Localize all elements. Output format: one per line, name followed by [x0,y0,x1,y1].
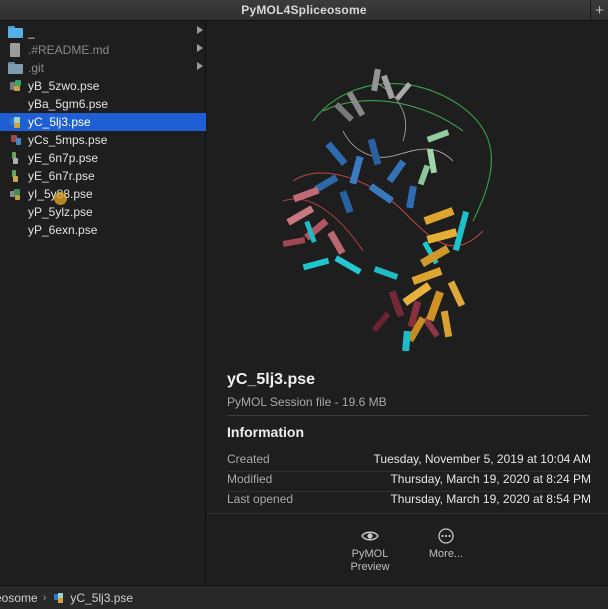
list-item-yE-6n7r[interactable]: yE_6n7r.pse [0,167,206,185]
molecule-structure-preview [282,68,492,351]
info-value: Thursday, March 19, 2020 at 8:54 PM [390,492,591,506]
action-label: Preview [350,561,390,573]
info-row-last-opened: Last opened Thursday, March 19, 2020 at … [227,492,591,508]
list-item-readme[interactable]: .#README.md [0,41,206,59]
action-label: PyMOL [351,548,389,560]
info-value: Tuesday, November 5, 2019 at 10:04 AM [373,452,591,466]
molecule-thumbnail-icon [53,592,65,604]
info-row-created: Created Tuesday, November 5, 2019 at 10:… [227,452,591,468]
molecule-thumbnail-icon [8,205,23,219]
folder-icon [8,61,23,75]
molecule-thumbnail-icon [8,169,23,183]
pymol-preview-button[interactable]: PyMOL Preview [335,514,405,574]
molecule-thumbnail-icon [8,133,23,147]
list-item-label: yP_6exn.pse [28,223,98,237]
molecule-thumbnail-icon [8,97,23,111]
list-item-label: yC_5lj3.pse [28,115,91,129]
quick-actions-bar: PyMOL Preview More... [207,513,608,584]
path-segment-parent[interactable]: eosome [0,591,38,605]
divider [227,415,589,416]
window-title: PyMOL4Spliceosome [241,3,367,17]
preview-file-kind-size: PyMOL Session file - 19.6 MB [227,395,387,409]
list-item-yC-5lj3[interactable]: yC_5lj3.pse [0,113,206,131]
list-item-label: yE_6n7r.pse [28,169,95,183]
file-column[interactable]: _ .#README.md .git yB_5zwo.pse yBa_5gm6.… [0,21,206,584]
list-item-label: yP_5ylz.pse [28,205,93,219]
list-item-yP-6exn[interactable]: yP_6exn.pse [0,221,206,239]
path-segment-current[interactable]: yC_5lj3.pse [70,591,133,605]
list-item-yP-5ylz[interactable]: yP_5ylz.pse [0,203,206,221]
list-item-label: yE_6n7p.pse [28,151,99,165]
eye-icon [361,528,379,544]
add-tab-button[interactable]: + [590,0,608,20]
action-label: More... [428,548,464,560]
ellipsis-circle-icon [437,528,455,544]
more-actions-button[interactable]: More... [411,514,481,561]
list-item-label: _ [28,25,35,39]
list-item-yI-5y88[interactable]: yI_5y88.pse [0,185,206,203]
list-item-yBa-5gm6[interactable]: yBa_5gm6.pse [0,95,206,113]
list-item-label: yBa_5gm6.pse [28,97,109,111]
molecule-thumbnail-icon [8,115,23,129]
information-heading: Information [227,424,304,440]
list-item-folder-underscore[interactable]: _ [0,23,206,41]
chevron-right-icon [197,62,203,70]
file-list: _ .#README.md .git yB_5zwo.pse yBa_5gm6.… [0,23,206,239]
molecule-thumbnail-icon [8,151,23,165]
info-key: Created [227,452,270,466]
molecule-thumbnail-icon [8,223,23,237]
list-item-yCs-5mps[interactable]: yCs_5mps.pse [0,131,206,149]
list-item-yB-5zwo[interactable]: yB_5zwo.pse [0,77,206,95]
molecule-thumbnail-icon [8,79,23,93]
chevron-right-icon [197,44,203,52]
document-icon [8,43,23,57]
info-key: Modified [227,472,273,486]
list-item-label: .git [28,61,45,75]
mouse-pointer-highlight [54,192,67,205]
title-bar[interactable]: PyMOL4Spliceosome + [0,0,608,21]
info-value: Thursday, March 19, 2020 at 8:24 PM [390,472,591,486]
list-item-label: .#README.md [28,43,110,57]
chevron-right-icon [197,26,203,34]
folder-icon [8,25,23,39]
path-bar: eosome › yC_5lj3.pse [0,585,608,609]
preview-file-name: yC_5lj3.pse [227,371,316,388]
list-item-yE-6n7p[interactable]: yE_6n7p.pse [0,149,206,167]
preview-pane: yC_5lj3.pse PyMOL Session file - 19.6 MB… [207,21,608,584]
info-key: Last opened [227,492,294,506]
list-item-git[interactable]: .git [0,59,206,77]
list-item-label: yB_5zwo.pse [28,79,100,93]
molecule-thumbnail-icon [8,187,23,201]
info-row-modified: Modified Thursday, March 19, 2020 at 8:2… [227,472,591,488]
finder-window: PyMOL4Spliceosome + _ .#README.md .git y… [0,0,608,609]
list-item-label: yCs_5mps.pse [28,133,108,147]
path-separator: › [42,591,47,604]
